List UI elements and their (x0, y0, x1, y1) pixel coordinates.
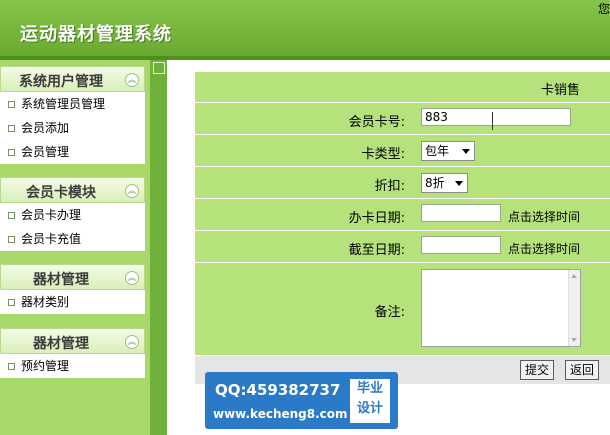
sidebar-section-body: 器材类别 (0, 290, 145, 314)
end-date-label: 截至日期: (348, 243, 405, 258)
bullet-icon (8, 101, 15, 108)
bullet-icon (8, 149, 15, 156)
remark-textarea[interactable] (421, 269, 581, 347)
card-type-select[interactable]: 包年 (421, 141, 475, 161)
discount-label: 折扣: (374, 179, 405, 194)
watermark-badge-line2: 设计 (356, 401, 383, 416)
sidebar-section-equipment-booking: 器材管理 ︽ 预约管理 (0, 328, 145, 378)
sidebar-section-header[interactable]: 器材管理 ︽ (0, 328, 145, 354)
sidebar-section-equipment: 器材管理 ︽ 器材类别 (0, 264, 145, 314)
textarea-scrollbar[interactable] (568, 270, 580, 346)
sidebar-item-label: 器材类别 (21, 295, 70, 309)
end-date-hint[interactable]: 点击选择时间 (508, 240, 580, 257)
sidebar-section-body: 系统管理员管理 会员添加 会员管理 (0, 92, 145, 164)
sidebar-item-member-add[interactable]: 会员添加 (0, 116, 145, 140)
text-cursor-icon (491, 112, 494, 130)
watermark-qq: QQ:459382737 (215, 381, 341, 399)
sidebar-splitter[interactable] (150, 60, 167, 435)
sidebar-section-title: 系统用户管理 (19, 74, 103, 90)
bullet-icon (8, 299, 15, 306)
double-chevron-up-icon[interactable]: ︽ (125, 73, 139, 87)
sidebar-section-title: 会员卡模块 (26, 185, 96, 201)
submit-button[interactable]: 提交 (520, 360, 555, 380)
sidebar-section-title: 器材管理 (33, 272, 89, 288)
sidebar: 系统用户管理 ︽ 系统管理员管理 会员添加 会员管理 会员卡模块 ︽ 会员卡办理… (0, 60, 150, 435)
form-row-remark: 备注: (195, 263, 610, 356)
back-button[interactable]: 返回 (565, 360, 600, 380)
scroll-down-icon[interactable] (571, 338, 577, 342)
form-row-card-no: 会员卡号: 883 (195, 103, 610, 135)
sidebar-section-title: 器材管理 (33, 336, 89, 352)
card-no-label: 会员卡号: (348, 115, 405, 130)
form-row-card-type: 卡类型: 包年 (195, 135, 610, 167)
watermark-badge: 毕业 设计 (350, 379, 390, 423)
card-type-selected: 包年 (425, 144, 450, 158)
remark-label: 备注: (374, 305, 405, 320)
form-row-discount: 折扣: 8折 (195, 167, 610, 199)
bullet-icon (8, 363, 15, 370)
form-caption: 卡销售 (540, 83, 580, 98)
card-no-input[interactable]: 883 (421, 108, 571, 126)
sidebar-item-label: 系统管理员管理 (21, 97, 106, 111)
double-chevron-up-icon[interactable]: ︽ (125, 271, 139, 285)
sidebar-item-label: 会员添加 (21, 121, 70, 135)
sidebar-section-header[interactable]: 会员卡模块 ︽ (0, 177, 145, 203)
sidebar-item-card-issue[interactable]: 会员卡办理 (0, 203, 145, 227)
form-row-open-date: 办卡日期: 点击选择时间 (195, 199, 610, 231)
sidebar-section-body: 预约管理 (0, 354, 145, 378)
watermark-badge-line1: 毕业 (356, 381, 383, 396)
sidebar-item-admin-manage[interactable]: 系统管理员管理 (0, 92, 145, 116)
double-chevron-up-icon[interactable]: ︽ (125, 335, 139, 349)
form-row-end-date: 截至日期: 点击选择时间 (195, 231, 610, 263)
open-date-label: 办卡日期: (348, 211, 405, 226)
dropdown-arrow-icon (455, 181, 463, 186)
splitter-toggle-icon[interactable] (153, 62, 165, 74)
sidebar-section-system-users: 系统用户管理 ︽ 系统管理员管理 会员添加 会员管理 (0, 66, 145, 164)
double-chevron-up-icon[interactable]: ︽ (125, 184, 139, 198)
watermark-site: www.kecheng8.com (213, 407, 348, 421)
sidebar-section-member-card: 会员卡模块 ︽ 会员卡办理 会员卡充值 (0, 177, 145, 251)
sidebar-item-label: 预约管理 (21, 359, 70, 373)
bullet-icon (8, 212, 15, 219)
bullet-icon (8, 125, 15, 132)
end-date-input[interactable] (421, 236, 501, 254)
form-caption-row: 卡销售 (195, 72, 610, 103)
discount-select[interactable]: 8折 (421, 173, 468, 193)
app-header: 运动器材管理系统 您 (0, 0, 610, 56)
open-date-input[interactable] (421, 204, 501, 222)
card-sale-form: 卡销售 会员卡号: 883 卡类型: 包年 折扣: 8折 办卡日期: 点击选择时… (195, 72, 610, 384)
discount-selected: 8折 (425, 176, 445, 190)
bullet-icon (8, 236, 15, 243)
sidebar-item-label: 会员管理 (21, 145, 70, 159)
scroll-up-icon[interactable] (571, 274, 577, 278)
watermark-banner: QQ:459382737 www.kecheng8.com 毕业 设计 (205, 372, 398, 429)
sidebar-item-equipment-category[interactable]: 器材类别 (0, 290, 145, 314)
dropdown-arrow-icon (462, 149, 470, 154)
sidebar-section-header[interactable]: 系统用户管理 ︽ (0, 66, 145, 92)
sidebar-item-label: 会员卡办理 (21, 208, 82, 222)
sidebar-section-header[interactable]: 器材管理 ︽ (0, 264, 145, 290)
open-date-hint[interactable]: 点击选择时间 (508, 208, 580, 225)
sidebar-item-label: 会员卡充值 (21, 232, 82, 246)
sidebar-item-card-recharge[interactable]: 会员卡充值 (0, 227, 145, 251)
greeting-text: 您 (597, 2, 610, 16)
sidebar-section-body: 会员卡办理 会员卡充值 (0, 203, 145, 251)
app-title: 运动器材管理系统 (20, 24, 172, 45)
sidebar-item-booking-manage[interactable]: 预约管理 (0, 354, 145, 378)
card-type-label: 卡类型: (361, 147, 405, 162)
sidebar-item-member-manage[interactable]: 会员管理 (0, 140, 145, 164)
